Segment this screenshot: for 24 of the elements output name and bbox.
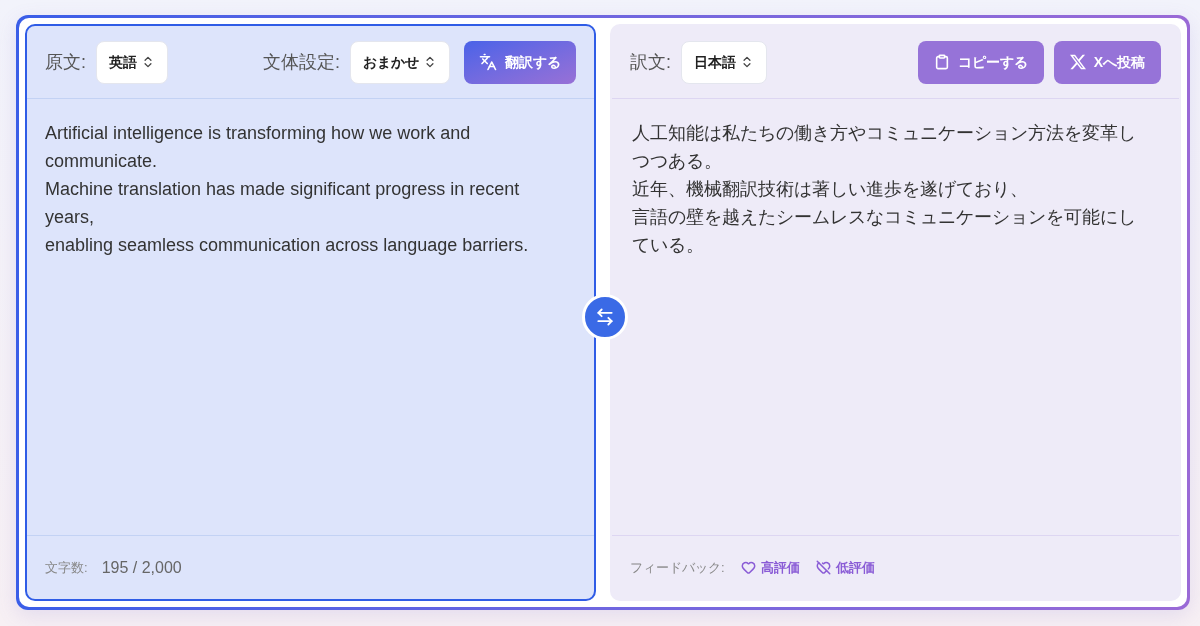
swap-icon	[595, 307, 615, 327]
language-select[interactable]: 英語	[96, 40, 168, 84]
char-count-label: 文字数:	[45, 558, 88, 577]
translated-text-line: 近年、機械翻訳技術は著しい進歩を遂げており、	[632, 178, 1029, 201]
translate-icon	[479, 53, 497, 71]
clipboard-icon	[933, 54, 950, 70]
source-text-field[interactable]: Artificial intelligence is transforming how we work and communicate. Machine translation has made significant progress in recent years, enabling seamless communication across language barriers.	[45, 119, 570, 259]
translated-text-line: 人工知能は私たちの働き方やコミュニケーション方法を変革しつつある。	[632, 122, 1137, 173]
translated-text-line: 言語の壁を越えたシームレスなコミュニケーションを可能にしている。	[632, 206, 1137, 257]
post-button[interactable]: Xへ投稿	[1053, 40, 1161, 84]
language-select[interactable]: 日本語	[681, 40, 767, 84]
heart-icon	[740, 560, 756, 575]
translation-label: 訳文:	[630, 50, 671, 74]
heart-off-icon	[815, 560, 831, 575]
translate-button[interactable]: 翻訳する	[464, 40, 576, 84]
char-count: 195 / 2,000	[101, 557, 182, 578]
feedback-label: フィードバック:	[630, 558, 725, 577]
style-label: 文体設定:	[263, 50, 340, 74]
dislike-button[interactable]: 低評価	[815, 557, 875, 578]
x-logo-icon	[1069, 54, 1086, 70]
source-label: 原文:	[45, 50, 86, 74]
copy-button[interactable]: コピーする	[917, 40, 1044, 84]
language-select[interactable]: おまかせ	[350, 40, 450, 84]
like-button[interactable]: 高評価	[740, 557, 800, 578]
